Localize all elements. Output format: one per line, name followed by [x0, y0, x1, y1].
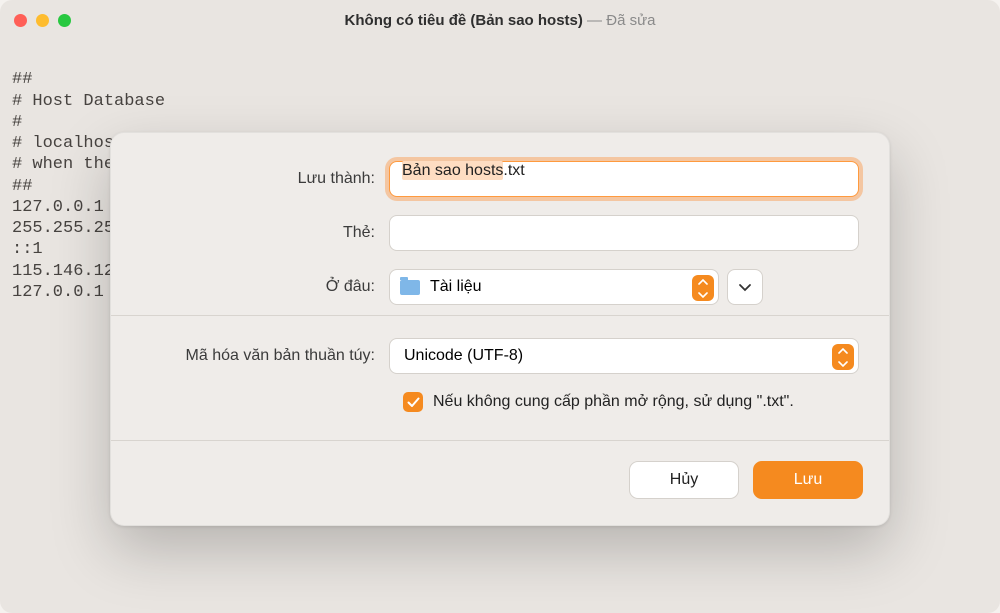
where-popup[interactable]: Tài liệu — [389, 269, 719, 305]
editor-line: ## — [12, 177, 32, 196]
save-button[interactable]: Lưu — [753, 461, 863, 499]
titlebar: Không có tiêu đề (Bản sao hosts) — Đã sử… — [0, 0, 1000, 40]
encoding-popup[interactable]: Unicode (UTF-8) — [389, 338, 859, 374]
updown-stepper-icon — [832, 344, 854, 370]
editor-line: ## — [12, 70, 32, 89]
editor-line: 127.0.0.1 — [12, 198, 104, 217]
updown-stepper-icon — [692, 275, 714, 301]
editor-line: 127.0.0.1 — [12, 283, 114, 302]
save-dialog: Lưu thành: Bản sao hosts.txt Thẻ: Ở đâu: — [110, 132, 890, 526]
encoding-label: Mã hóa văn bản thuần túy: — [141, 347, 389, 365]
editor-line: # — [12, 113, 22, 132]
where-label: Ở đâu: — [141, 278, 389, 296]
use-txt-extension-label: Nếu không cung cấp phần mở rộng, sử dụng… — [433, 393, 794, 411]
window-title: Không có tiêu đề (Bản sao hosts) — Đã sử… — [0, 12, 1000, 29]
editor-line: 115.146.122 — [12, 262, 124, 281]
chevron-down-icon — [738, 283, 752, 292]
divider — [111, 315, 889, 316]
where-folder-name: Tài liệu — [430, 278, 482, 296]
encoding-value: Unicode (UTF-8) — [404, 347, 523, 365]
close-window-button[interactable] — [14, 14, 27, 27]
dialog-footer: Hủy Lưu — [111, 441, 889, 525]
tags-input[interactable] — [389, 215, 859, 251]
folder-icon — [400, 280, 420, 295]
expand-browser-button[interactable] — [727, 269, 763, 305]
filename-suffix: .txt — [503, 162, 524, 179]
title-main: Không có tiêu đề (Bản sao hosts) — [345, 12, 583, 29]
editor-line: 255.255.255 — [12, 219, 124, 238]
window-controls — [14, 14, 71, 27]
tags-label: Thẻ: — [141, 224, 389, 242]
editor-line: # Host Database — [12, 92, 165, 111]
filename-selection: Bản sao hosts — [402, 161, 503, 180]
save-as-label: Lưu thành: — [141, 170, 389, 188]
title-edited-indicator: Đã sửa — [606, 12, 655, 29]
editor-line: ::1 — [12, 240, 43, 259]
filename-input[interactable]: Bản sao hosts.txt — [389, 161, 859, 197]
zoom-window-button[interactable] — [58, 14, 71, 27]
minimize-window-button[interactable] — [36, 14, 49, 27]
text-editor-window: Không có tiêu đề (Bản sao hosts) — Đã sử… — [0, 0, 1000, 613]
check-icon — [407, 397, 420, 408]
cancel-button[interactable]: Hủy — [629, 461, 739, 499]
use-txt-extension-checkbox[interactable] — [403, 392, 423, 412]
